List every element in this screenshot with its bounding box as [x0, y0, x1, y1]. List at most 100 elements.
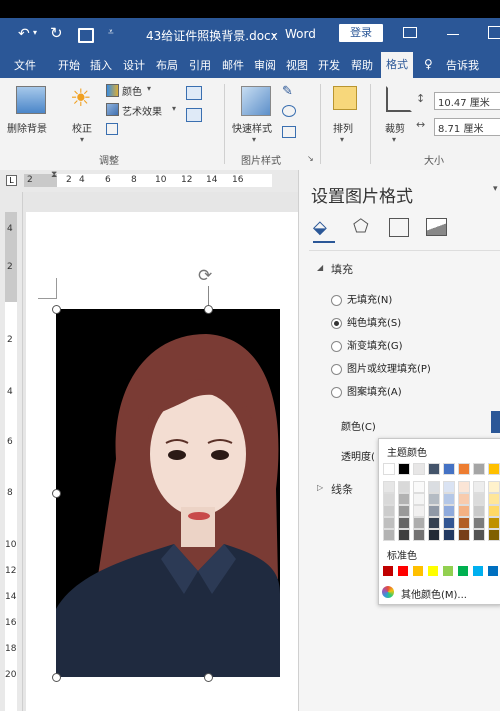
vertical-ruler[interactable]: 4 2 2 4 6 8 10 12 14 16 18 20 [0, 192, 23, 711]
radio-gradient-fill[interactable]: 渐变填充(G) [331, 337, 403, 352]
remove-background-label[interactable]: 删除背景 [7, 120, 47, 135]
maximize-icon[interactable] [488, 26, 500, 39]
theme-color-swatch[interactable] [443, 463, 455, 475]
effects-icon[interactable]: ⬠ [353, 216, 369, 237]
theme-color-swatch[interactable] [443, 517, 455, 529]
theme-color-swatch[interactable] [473, 505, 485, 517]
theme-color-swatch[interactable] [398, 493, 410, 505]
standard-color-swatch[interactable] [473, 566, 483, 576]
theme-color-swatch[interactable] [413, 517, 425, 529]
theme-color-swatch[interactable] [473, 517, 485, 529]
theme-color-swatch[interactable] [383, 517, 395, 529]
tab-view[interactable]: 视图 [286, 57, 308, 73]
layout-properties-icon[interactable] [389, 218, 409, 237]
theme-color-swatch[interactable] [413, 529, 425, 541]
standard-color-swatch[interactable] [398, 566, 408, 576]
arrange-label[interactable]: 排列 [333, 120, 353, 135]
theme-color-swatch[interactable] [488, 517, 500, 529]
crop-label[interactable]: 裁剪 [385, 120, 405, 135]
remove-background-icon[interactable] [16, 86, 46, 114]
line-expand-icon[interactable]: ▷ [317, 483, 323, 492]
picture-icon[interactable] [426, 218, 447, 236]
standard-color-swatch[interactable] [443, 566, 453, 576]
minimize-icon[interactable] [447, 34, 459, 35]
theme-color-swatch[interactable] [443, 529, 455, 541]
resize-handle-w[interactable] [52, 489, 61, 498]
tell-me-search[interactable]: 告诉我 [446, 57, 479, 73]
theme-color-swatch[interactable] [413, 481, 425, 493]
resize-handle-s[interactable] [204, 673, 213, 682]
artistic-dropdown-icon[interactable]: ▾ [172, 104, 176, 113]
change-picture-icon[interactable] [186, 86, 202, 100]
tab-references[interactable]: 引用 [189, 57, 211, 73]
theme-color-swatch[interactable] [488, 463, 500, 475]
corrections-dropdown-icon[interactable]: ▾ [80, 135, 84, 144]
color-label[interactable]: 颜色 [122, 83, 142, 98]
theme-color-swatch[interactable] [458, 505, 470, 517]
theme-color-swatch[interactable] [458, 493, 470, 505]
quick-styles-dropdown-icon[interactable]: ▾ [252, 135, 256, 144]
indent-marker[interactable]: ⧗ [51, 170, 57, 180]
artistic-effects-label[interactable]: 艺术效果 [122, 103, 162, 118]
picture-styles-launcher-icon[interactable]: ↘ [307, 154, 314, 163]
undo-dropdown-icon[interactable]: ▾ [33, 28, 37, 37]
line-section-header[interactable]: 线条 [331, 481, 353, 497]
theme-color-swatch[interactable] [473, 463, 485, 475]
lightbulb-icon[interactable]: ♀ [424, 57, 433, 71]
theme-color-swatch[interactable] [443, 505, 455, 517]
theme-color-swatch[interactable] [398, 529, 410, 541]
arrange-dropdown-icon[interactable]: ▾ [340, 135, 344, 144]
tab-selector-icon[interactable]: L [6, 175, 17, 186]
tab-insert[interactable]: 插入 [90, 57, 112, 73]
theme-color-swatch[interactable] [473, 529, 485, 541]
tab-format[interactable]: 格式 [381, 52, 413, 78]
theme-color-swatch[interactable] [383, 463, 395, 475]
theme-color-swatch[interactable] [488, 493, 500, 505]
pane-options-dropdown-icon[interactable]: ▾ [493, 184, 498, 194]
crop-icon[interactable] [386, 86, 412, 112]
theme-color-swatch[interactable] [428, 493, 440, 505]
theme-color-swatch[interactable] [398, 463, 410, 475]
theme-color-swatch[interactable] [473, 493, 485, 505]
width-value[interactable]: 8.71 厘米 [438, 120, 483, 135]
arrange-icon[interactable] [333, 86, 357, 110]
more-colors-icon[interactable] [382, 586, 394, 598]
standard-color-swatch[interactable] [458, 566, 468, 576]
tab-developer[interactable]: 开发 [318, 57, 340, 73]
tab-review[interactable]: 审阅 [254, 57, 276, 73]
fill-collapse-icon[interactable]: ◢ [317, 263, 323, 272]
fill-line-icon[interactable]: ⬙ [313, 217, 327, 238]
picture-layout-icon[interactable] [282, 126, 296, 138]
radio-button[interactable] [331, 363, 342, 375]
theme-color-swatch[interactable] [458, 481, 470, 493]
tab-file[interactable]: 文件 [14, 57, 36, 73]
corrections-label[interactable]: 校正 [72, 120, 92, 135]
theme-color-swatch[interactable] [443, 493, 455, 505]
compress-pictures-icon[interactable] [106, 123, 118, 135]
color-icon[interactable] [106, 84, 119, 97]
radio-button[interactable] [331, 340, 342, 352]
tab-mailings[interactable]: 邮件 [222, 57, 244, 73]
standard-color-swatch[interactable] [428, 566, 438, 576]
theme-color-swatch[interactable] [443, 481, 455, 493]
theme-color-swatch[interactable] [428, 481, 440, 493]
theme-color-swatch[interactable] [488, 481, 500, 493]
tab-help[interactable]: 帮助 [351, 57, 373, 73]
save-icon[interactable] [78, 28, 94, 43]
radio-button[interactable] [331, 294, 342, 306]
ribbon-display-options-icon[interactable] [403, 27, 417, 38]
tab-home[interactable]: 开始 [58, 57, 80, 73]
theme-color-swatch[interactable] [413, 505, 425, 517]
radio-picture-texture-fill[interactable]: 图片或纹理填充(P) [331, 360, 431, 375]
picture-effects-icon[interactable] [282, 105, 296, 117]
resize-handle-n[interactable] [204, 305, 213, 314]
theme-color-swatch[interactable] [458, 463, 470, 475]
height-value[interactable]: 10.47 厘米 [438, 94, 490, 109]
resize-handle-sw[interactable] [52, 673, 61, 682]
radio-solid-fill[interactable]: 纯色填充(S) [331, 314, 401, 329]
tab-design[interactable]: 设计 [123, 57, 145, 73]
redo-icon[interactable]: ↻ [50, 24, 63, 42]
standard-color-swatch[interactable] [488, 566, 498, 576]
theme-color-swatch[interactable] [383, 493, 395, 505]
tab-layout[interactable]: 布局 [156, 57, 178, 73]
